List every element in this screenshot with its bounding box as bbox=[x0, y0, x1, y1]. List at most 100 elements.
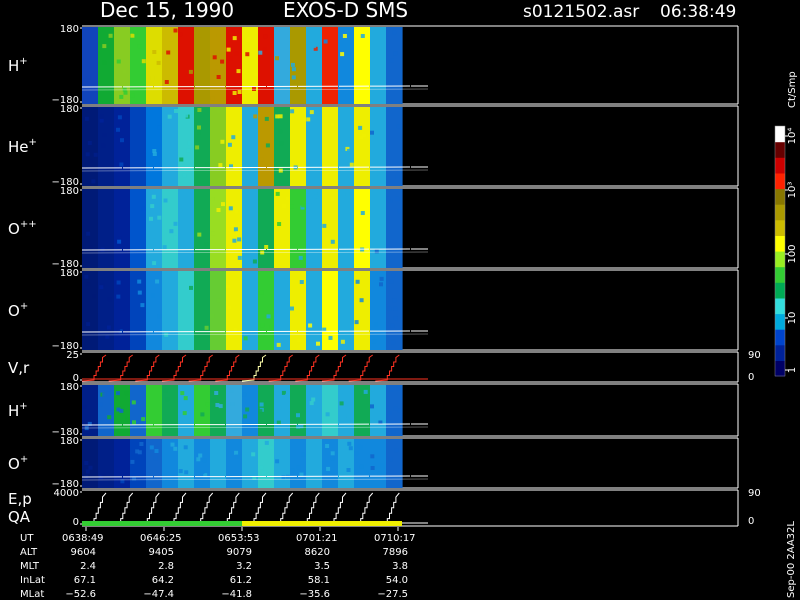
speckle-cell bbox=[178, 208, 183, 213]
speckle-cell bbox=[355, 279, 360, 284]
speckle-cell bbox=[137, 44, 142, 49]
speckle-cell bbox=[361, 200, 366, 205]
step-series bbox=[348, 492, 374, 526]
speckle-cell bbox=[86, 282, 91, 287]
band-cell bbox=[210, 439, 227, 488]
speckle-cell bbox=[299, 306, 304, 311]
ephemeris-cell: 9079 bbox=[227, 547, 252, 558]
band-cell bbox=[162, 439, 179, 488]
band-cell bbox=[370, 189, 387, 268]
panel-label-base: V,r bbox=[8, 359, 30, 377]
band-cell bbox=[290, 439, 307, 488]
speckle-cell bbox=[309, 401, 314, 406]
speckle-cell bbox=[227, 142, 232, 147]
band-cell bbox=[194, 271, 211, 350]
speckle-cell bbox=[173, 221, 178, 226]
y-top-label: 180 bbox=[60, 268, 79, 279]
speckle-cell bbox=[235, 454, 240, 459]
speckle-cell bbox=[141, 59, 146, 64]
speckle-cell bbox=[108, 33, 113, 38]
band-cell bbox=[98, 189, 115, 268]
ephemeris-cell: 64.2 bbox=[152, 575, 174, 586]
speckle-cell bbox=[391, 273, 396, 278]
panel-label-superscript: + bbox=[20, 301, 28, 312]
speckle-cell bbox=[231, 28, 235, 33]
speckle-cell bbox=[87, 141, 92, 145]
y-top-label: 180 bbox=[60, 24, 79, 35]
speckle-cell bbox=[396, 386, 401, 391]
speckle-cell bbox=[290, 109, 295, 114]
speckle-cell bbox=[229, 56, 233, 61]
speckle-cell bbox=[237, 237, 242, 242]
speckle-cell bbox=[212, 55, 217, 60]
speckle-cell bbox=[340, 427, 344, 432]
speckle-cell bbox=[99, 285, 104, 290]
ephemeris-row-label: MLT bbox=[20, 561, 40, 572]
step-series bbox=[348, 354, 373, 382]
band-cell bbox=[322, 107, 339, 186]
speckle-cell bbox=[290, 62, 295, 67]
band-cell bbox=[178, 271, 195, 350]
colorbar-swatch bbox=[775, 360, 785, 377]
band-cell bbox=[98, 439, 115, 488]
ephemeris-cell: 61.2 bbox=[230, 575, 252, 586]
speckle-cell bbox=[164, 272, 169, 277]
speckle-cell bbox=[360, 211, 365, 215]
speckle-cell bbox=[259, 465, 264, 470]
speckle-cell bbox=[152, 50, 157, 54]
band-cell bbox=[82, 385, 99, 436]
band-cell bbox=[242, 107, 259, 186]
speckle-cell bbox=[265, 143, 270, 148]
band-cell bbox=[386, 439, 403, 488]
colorbar: Ct/Smp 1 10 100 10³ 10⁴ bbox=[774, 71, 798, 377]
speckle-cell bbox=[252, 259, 257, 264]
speckle-cell bbox=[124, 391, 129, 396]
speckle-cell bbox=[88, 465, 93, 470]
speckle-cell bbox=[216, 33, 221, 38]
speckle-cell bbox=[234, 450, 239, 455]
colorbar-tick-label: 10⁴ bbox=[787, 128, 798, 145]
colorbar-swatch bbox=[775, 313, 785, 330]
ephemeris-plot: Dec 15, 1990 EXOS-D SMS s0121502.asr 06:… bbox=[8, 0, 798, 600]
speckle-cell bbox=[370, 454, 375, 459]
colorbar-tick-label: 10 bbox=[787, 312, 798, 325]
speckle-cell bbox=[92, 294, 96, 299]
band-cell bbox=[370, 385, 387, 436]
speckle-cell bbox=[259, 290, 264, 295]
speckle-cell bbox=[251, 452, 256, 457]
speckle-cell bbox=[347, 149, 351, 153]
speckle-cell bbox=[290, 468, 295, 473]
band-cell bbox=[130, 107, 147, 186]
speckle-cell bbox=[150, 204, 155, 209]
speckle-cell bbox=[275, 173, 280, 178]
speckle-cell bbox=[330, 451, 335, 456]
band-cell bbox=[274, 189, 291, 268]
speckle-cell bbox=[373, 171, 378, 176]
speckle-cell bbox=[182, 173, 187, 178]
speckle-cell bbox=[140, 310, 145, 314]
speckle-cell bbox=[119, 162, 124, 167]
step-series bbox=[215, 492, 240, 526]
panel-label-base: H bbox=[8, 402, 19, 420]
speckle-cell bbox=[173, 446, 178, 451]
step-series bbox=[81, 492, 107, 526]
qa-bar-segment bbox=[242, 521, 402, 526]
speckle-cell bbox=[205, 402, 210, 407]
speckle-cell bbox=[379, 282, 383, 287]
speckle-cell bbox=[186, 148, 191, 153]
ephemeris-cell: 8620 bbox=[305, 547, 330, 558]
speckle-cell bbox=[139, 326, 144, 331]
band-cell bbox=[290, 107, 307, 186]
band-cell bbox=[178, 189, 195, 268]
band-cell bbox=[354, 385, 371, 436]
step-series bbox=[268, 492, 294, 526]
speckle-cell bbox=[325, 237, 330, 242]
band-cell bbox=[114, 189, 131, 268]
speckle-cell bbox=[387, 249, 391, 254]
speckle-cell bbox=[200, 470, 205, 475]
panel-2: 180−180O++ bbox=[8, 186, 739, 270]
panel-label: O+ bbox=[8, 301, 28, 320]
speckle-cell bbox=[183, 396, 188, 401]
speckle-cell bbox=[228, 206, 233, 211]
speckle-cell bbox=[299, 424, 304, 429]
